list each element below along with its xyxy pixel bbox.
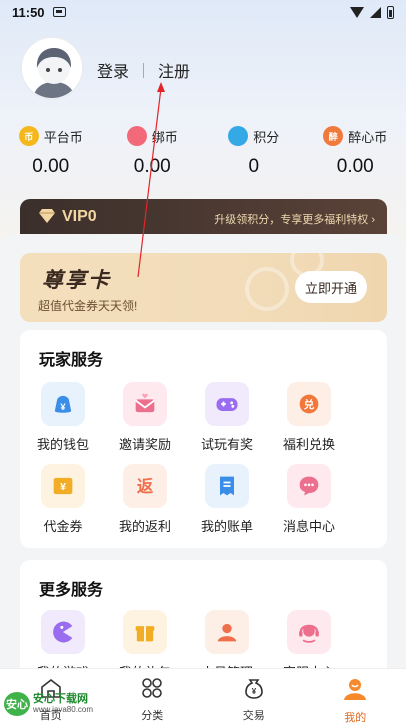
service-item-label: 我的钱包	[36, 437, 89, 452]
service-item-label: 试玩有奖	[200, 437, 253, 452]
wifi-icon	[350, 6, 364, 18]
watermark-url: www.java80.com	[33, 705, 94, 714]
account-manage-icon	[205, 610, 249, 654]
player-services-panel: 玩家服务 ¥ 我的钱包 邀请奖励 试玩有奖兑福利兑换 ¥ 代金券返我的返利 我的账单 消息中心	[20, 330, 387, 548]
tab-label: 分类	[141, 710, 164, 722]
vip-card-title: 尊享卡	[42, 269, 111, 292]
chevron-right-icon: ›	[371, 214, 375, 226]
vip-tip: 升级领积分，专享更多福利特权 ›	[214, 211, 375, 227]
bill-icon	[205, 464, 249, 508]
rebate-icon: 返	[123, 464, 167, 508]
customer-service-icon	[287, 610, 331, 654]
gift-icon	[123, 610, 167, 654]
status-time: 11:50	[12, 4, 45, 20]
wallet-item-value: 0	[248, 156, 260, 177]
gamepad-icon	[205, 382, 249, 426]
watermark-title: 安心下载网	[33, 693, 88, 705]
exchange-icon: 兑	[287, 382, 331, 426]
tab-label: 我的	[344, 712, 367, 723]
service-item-label: 福利兑换	[282, 437, 335, 452]
divider	[143, 62, 145, 78]
wallet-item-label-row: 绑币	[126, 124, 178, 148]
wallet-item-label-row: 币平台币	[18, 124, 83, 148]
service-item[interactable]: 消息中心	[264, 464, 354, 535]
wallet-item-value: 0.00	[336, 156, 374, 177]
service-item-label: 我的账单	[200, 519, 253, 534]
voucher-icon: ¥	[41, 464, 85, 508]
svg-text:¥: ¥	[60, 402, 66, 412]
vip-level-bar[interactable]: VIP0 升级领积分，专享更多福利特权 ›	[20, 199, 387, 239]
site-watermark: 安心 安心下载网 www.java80.com	[4, 692, 93, 716]
wallet-icon: ¥	[41, 382, 85, 426]
tab-label: 交易	[242, 710, 265, 722]
diamond-icon	[39, 209, 55, 223]
vip-level: VIP0	[62, 208, 97, 225]
trade-icon: ¥	[242, 677, 266, 704]
signal-icon	[370, 6, 381, 18]
svg-text:¥: ¥	[252, 687, 257, 696]
wallet-item-value: 0.00	[133, 156, 171, 177]
bind-coin-icon	[126, 126, 147, 146]
section-title: 更多服务	[39, 582, 104, 599]
decor-circle	[245, 267, 289, 311]
vip-card-banner[interactable]: 尊享卡 超值代金券天天领! 立即开通	[20, 253, 387, 322]
svg-text:¥: ¥	[60, 481, 66, 493]
wallet-item-label: 醉心币	[348, 129, 388, 145]
my-games-icon	[41, 610, 85, 654]
service-item-label: 消息中心	[282, 519, 335, 534]
service-item[interactable]: 返我的返利	[100, 464, 190, 535]
platform-coin-icon: 币	[18, 126, 39, 146]
service-item[interactable]: 我的账单	[182, 464, 272, 535]
wallet-item[interactable]: 币平台币 0.00	[0, 124, 102, 178]
wallet-item-label-row: 醉醉心币	[323, 124, 387, 148]
wallet-item-value: 0.00	[32, 156, 70, 177]
wallet-item-label: 积分	[253, 129, 280, 145]
category-icon	[140, 677, 164, 704]
invite-envelope-icon	[123, 382, 167, 426]
service-item[interactable]: 兑福利兑换	[264, 382, 354, 453]
service-item[interactable]: 邀请奖励	[100, 382, 190, 453]
vip-tip-text: 升级领积分，专享更多福利特权	[214, 214, 369, 226]
service-item[interactable]: ¥ 代金券	[18, 464, 108, 535]
wallet-item-label-row: 积分	[228, 124, 279, 148]
register-link[interactable]: 注册	[158, 58, 190, 82]
points-icon	[228, 126, 249, 146]
login-link[interactable]: 登录	[97, 58, 129, 82]
wallet-item-label: 绑币	[151, 129, 178, 145]
vip-card-subtitle: 超值代金券天天领!	[38, 299, 138, 313]
more-services-panel: 更多服务 我的游戏我的礼包小号管理客服中心	[20, 560, 387, 680]
message-icon	[287, 464, 331, 508]
service-item-label: 邀请奖励	[118, 437, 171, 452]
tab-category[interactable]: 分类	[102, 669, 204, 723]
avatar[interactable]	[20, 36, 84, 100]
watermark-logo: 安心	[4, 692, 30, 716]
service-item-label: 代金券	[43, 519, 83, 534]
wallet-item[interactable]: 绑币 0.00	[102, 124, 204, 178]
battery-icon	[387, 5, 394, 19]
tab-trade[interactable]: ¥ 交易	[203, 669, 305, 723]
wallet-item[interactable]: 醉醉心币 0.00	[305, 124, 406, 178]
svg-text:返: 返	[137, 477, 154, 496]
service-item-label: 我的返利	[118, 519, 171, 534]
section-title: 玩家服务	[39, 352, 104, 369]
service-item[interactable]: 试玩有奖	[182, 382, 272, 453]
svg-text:兑: 兑	[304, 398, 315, 411]
auth-links: 登录 注册	[97, 58, 190, 82]
wallet-summary: 币平台币 0.00 绑币 0.00 积分 0 醉醉心币 0.00	[0, 124, 406, 178]
service-item[interactable]: ¥ 我的钱包	[18, 382, 108, 453]
tab-profile[interactable]: 我的	[305, 669, 406, 723]
zuixin-coin-icon: 醉	[323, 126, 344, 146]
wallet-item[interactable]: 积分 0	[203, 124, 305, 178]
profile-icon	[341, 677, 369, 706]
activate-button[interactable]: 立即开通	[295, 271, 367, 303]
wallet-item-label: 平台币	[43, 129, 83, 145]
status-bar: 11:50	[0, 0, 406, 24]
sim-card-icon	[52, 7, 66, 17]
